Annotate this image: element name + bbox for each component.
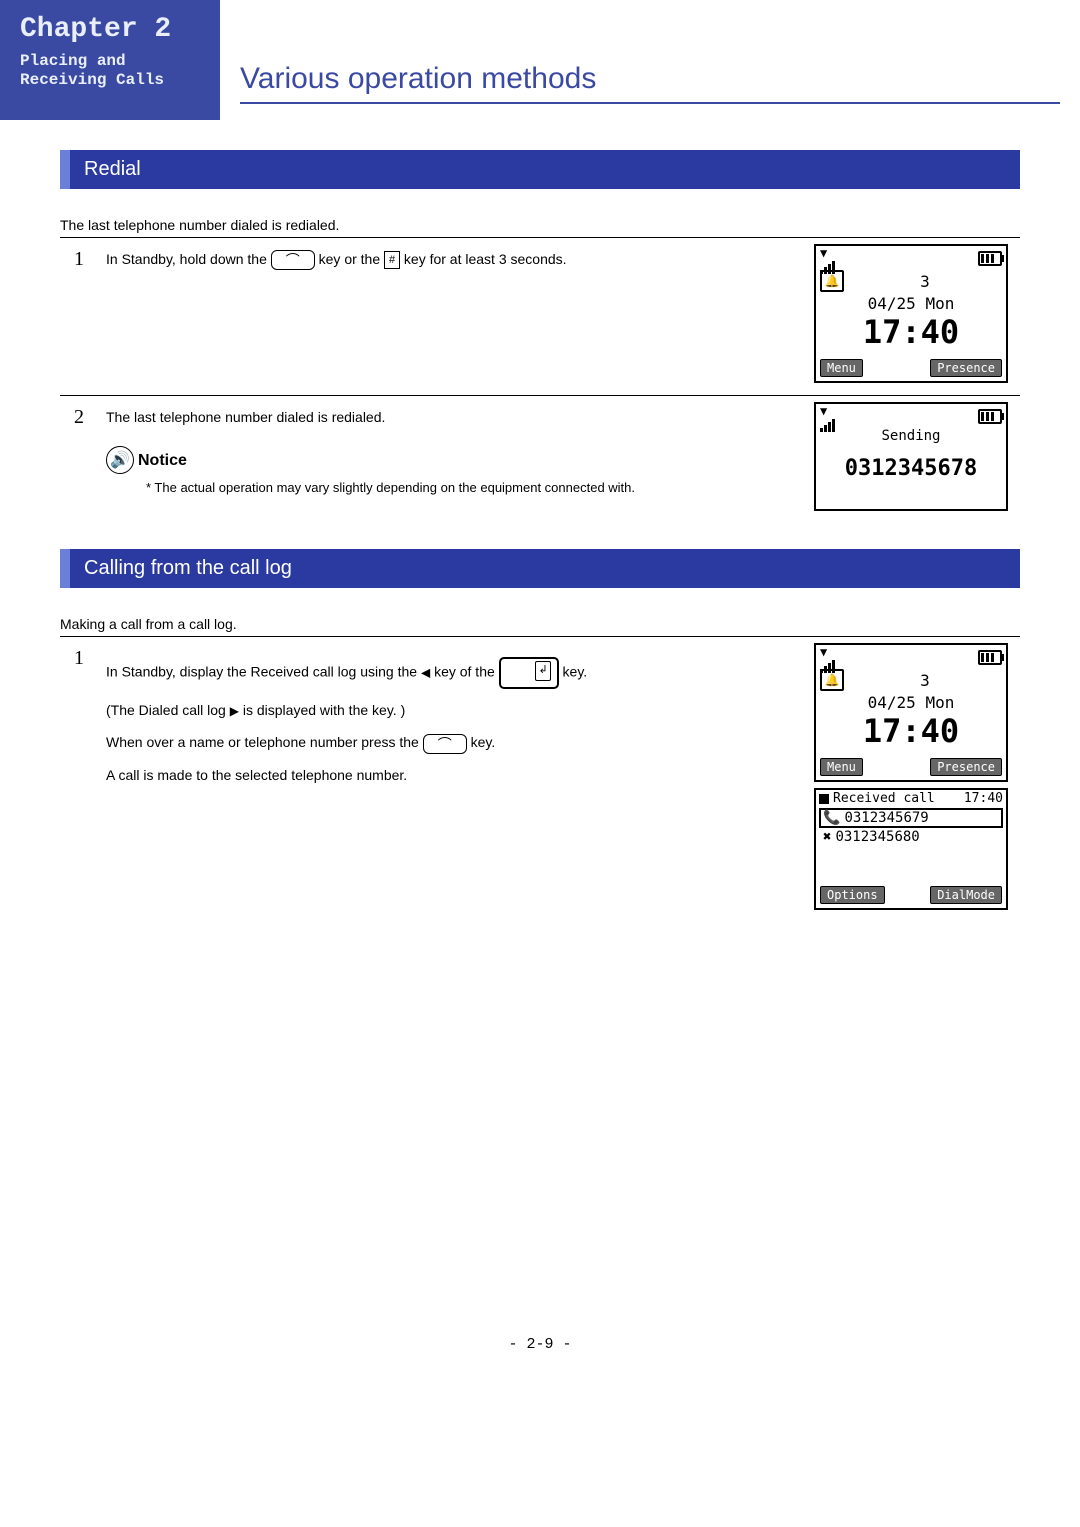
phone-sending: Sending — [816, 428, 1006, 448]
phone-count: 3 — [848, 671, 1002, 690]
battery-icon — [978, 650, 1002, 665]
hash-key-icon: # — [384, 251, 400, 269]
step-body: In Standby, hold down the ⌒ key or the #… — [98, 238, 808, 396]
phone-mockup: ▼ 🔔 3 04/25 Mon 17:40 Menu Presence — [808, 637, 1020, 917]
nav-key-icon — [499, 657, 559, 689]
chapter-block: Chapter 2 Placing and Receiving Calls — [0, 0, 220, 120]
calllog-time: 17:40 — [964, 791, 1003, 806]
calllog-steps-table: 1 In Standby, display the Received call … — [60, 636, 1020, 916]
handset-icon: 📞 — [823, 810, 840, 826]
menu-softkey: Menu — [820, 758, 863, 776]
options-softkey: Options — [820, 886, 885, 904]
phone-mockup: ▼ Sending 0312345678 — [808, 396, 1020, 524]
section-redial-title: Redial — [60, 150, 1020, 189]
chapter-label: Chapter 2 — [20, 15, 210, 46]
call-key-icon: ⌒ — [423, 734, 467, 754]
document-header: Chapter 2 Placing and Receiving Calls Va… — [0, 0, 1080, 120]
dialmode-softkey: DialMode — [930, 886, 1002, 904]
phone-mockup: ▼ 🔔 3 04/25 Mon 17:40 Menu Presence — [808, 238, 1020, 396]
call-key-icon: ⌒ — [271, 250, 315, 270]
step-number: 2 — [60, 396, 98, 524]
step-body: The last telephone number dialed is redi… — [98, 396, 808, 524]
step-number: 1 — [60, 238, 98, 396]
battery-icon — [978, 409, 1002, 424]
speaker-icon: 🔊 — [106, 446, 134, 474]
notice-block: 🔊 Notice — [106, 446, 800, 474]
table-row: 1 In Standby, hold down the ⌒ key or the… — [60, 238, 1020, 396]
presence-softkey: Presence — [930, 758, 1002, 776]
battery-icon — [978, 251, 1002, 266]
signal-icon: ▼ — [820, 400, 835, 432]
calllog-entry: ✖ 0312345680 — [819, 829, 1003, 845]
section-redial-intro: The last telephone number dialed is redi… — [60, 217, 1020, 233]
notice-label: Notice — [138, 448, 187, 474]
page-title: Various operation methods — [240, 62, 1060, 104]
presence-softkey: Presence — [930, 359, 1002, 377]
page-number: - 2-9 - — [60, 1336, 1020, 1373]
step-number: 1 — [60, 637, 98, 917]
redial-steps-table: 1 In Standby, hold down the ⌒ key or the… — [60, 237, 1020, 523]
notice-text: * The actual operation may vary slightly… — [106, 478, 800, 498]
missed-icon: ✖ — [823, 829, 831, 845]
calllog-entry: 📞 0312345679 — [819, 808, 1003, 828]
phone-time: 17:40 — [816, 712, 1006, 750]
section-calllog-intro: Making a call from a call log. — [60, 616, 1020, 632]
bell-icon: 🔔 — [820, 669, 844, 691]
content-area: Redial The last telephone number dialed … — [0, 120, 1080, 1393]
menu-softkey: Menu — [820, 359, 863, 377]
page-title-block: Various operation methods — [220, 0, 1080, 120]
chapter-subtitle: Placing and Receiving Calls — [20, 52, 210, 90]
square-icon — [819, 794, 829, 804]
left-arrow-icon: ◀ — [421, 666, 430, 680]
table-row: 1 In Standby, display the Received call … — [60, 637, 1020, 917]
right-arrow-icon: ▶ — [230, 704, 239, 718]
table-row: 2 The last telephone number dialed is re… — [60, 396, 1020, 524]
calllog-header: Received call — [833, 791, 960, 806]
phone-date: 04/25 Mon — [816, 693, 1006, 712]
call-log-screen: Received call 17:40 📞 0312345679 ✖ 03123… — [814, 788, 1008, 910]
phone-number: 0312345678 — [816, 448, 1006, 509]
phone-date: 04/25 Mon — [816, 294, 1006, 313]
section-calllog-title: Calling from the call log — [60, 549, 1020, 588]
phone-time: 17:40 — [816, 313, 1006, 351]
bell-icon: 🔔 — [820, 270, 844, 292]
step-body: In Standby, display the Received call lo… — [98, 637, 808, 917]
phone-count: 3 — [848, 272, 1002, 291]
